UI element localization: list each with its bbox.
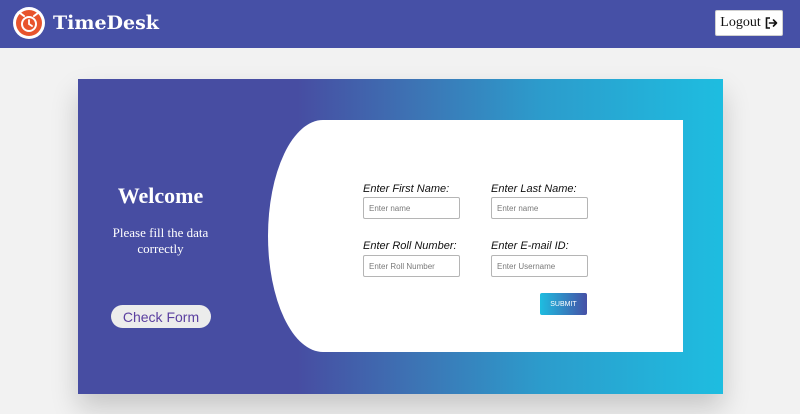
submit-button[interactable]: SUBMIT xyxy=(540,293,587,315)
welcome-title: Welcome xyxy=(117,183,204,208)
logout-button[interactable]: Logout xyxy=(715,10,783,36)
alarm-clock-icon xyxy=(13,7,45,39)
brand[interactable]: TimeDesk xyxy=(11,5,159,41)
last-name-input[interactable] xyxy=(491,197,588,219)
navbar: TimeDesk Logout xyxy=(0,0,800,48)
brand-name: TimeDesk xyxy=(53,12,159,34)
check-form-button[interactable]: Check Form xyxy=(111,305,211,328)
last-name-label: Enter Last Name: xyxy=(491,183,577,195)
email-label: Enter E-mail ID: xyxy=(491,240,569,252)
first-name-input[interactable] xyxy=(363,197,460,219)
sign-out-icon xyxy=(765,17,778,29)
welcome-subtitle: Please fill the data correctly xyxy=(112,225,209,256)
first-name-label: Enter First Name: xyxy=(363,183,450,195)
email-input[interactable] xyxy=(491,255,588,277)
form-panel: Enter First Name: Enter Last Name: Enter… xyxy=(268,120,683,352)
roll-number-label: Enter Roll Number: xyxy=(363,240,457,252)
roll-number-input[interactable] xyxy=(363,255,460,277)
logout-label: Logout xyxy=(720,15,761,30)
